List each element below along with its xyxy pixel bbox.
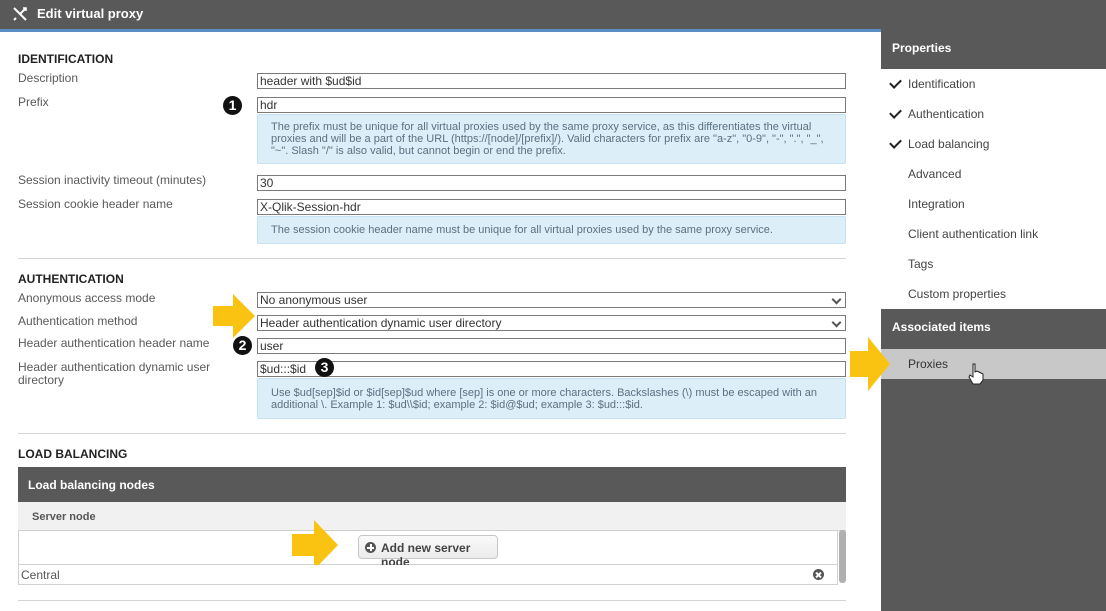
sidebar-item-client-auth-link[interactable]: Client authentication link [908, 227, 1038, 241]
header-name-label: Header authentication header name [18, 336, 210, 350]
divider [18, 433, 846, 434]
divider [18, 258, 846, 259]
sidebar-item-proxies-label: Proxies [908, 357, 949, 371]
add-row: Add new server node [18, 520, 838, 570]
remove-icon[interactable] [813, 569, 824, 580]
plus-circle-icon [365, 542, 376, 553]
sidebar: Properties Identification Authentication… [881, 30, 1106, 611]
prefix-label: Prefix [18, 95, 49, 109]
arrow-pointer-icon [213, 294, 255, 338]
callout-badge-1: 1 [223, 96, 242, 115]
dynamic-dir-input[interactable]: $ud:::$id [257, 361, 846, 377]
sidebar-item-advanced[interactable]: Advanced [908, 167, 961, 181]
sidebar-item-custom-properties[interactable]: Custom properties [908, 287, 1006, 301]
sidebar-item-proxies[interactable]: Proxies [881, 349, 1106, 385]
cookie-label: Session cookie header name [18, 197, 173, 211]
column-header-server-node[interactable]: Server node [18, 502, 846, 531]
check-icon [889, 76, 902, 89]
anonymous-select[interactable]: No anonymous user [257, 292, 846, 308]
dynamic-dir-help: Use $ud[sep]$id or $id[sep]$ud where [se… [257, 378, 846, 419]
lb-nodes-header: Load balancing nodes [18, 467, 846, 502]
description-input[interactable]: header with $ud$id [257, 73, 846, 89]
anonymous-label: Anonymous access mode [18, 291, 156, 305]
auth-method-select[interactable]: Header authentication dynamic user direc… [257, 315, 846, 331]
scrollbar[interactable] [839, 530, 846, 583]
hand-cursor-icon [968, 363, 984, 385]
page-title: Edit virtual proxy [37, 6, 144, 21]
tools-icon [13, 7, 27, 21]
auth-method-label: Authentication method [18, 314, 138, 328]
sidebar-item-load-balancing[interactable]: Load balancing [908, 137, 989, 151]
section-load-balancing-title: LOAD BALANCING [18, 447, 128, 461]
callout-badge-3: 3 [315, 358, 334, 377]
title-bar: Edit virtual proxy [0, 0, 1106, 32]
prefix-input[interactable]: hdr [257, 97, 846, 113]
sidebar-item-authentication[interactable]: Authentication [908, 107, 984, 121]
associated-items-heading: Associated items [892, 320, 991, 334]
timeout-label: Session inactivity timeout (minutes) [18, 173, 207, 187]
sidebar-item-tags[interactable]: Tags [908, 257, 933, 271]
properties-heading: Properties [892, 41, 952, 55]
section-authentication-title: AUTHENTICATION [18, 272, 124, 286]
edit-form: IDENTIFICATION Description header with $… [0, 32, 881, 611]
description-label: Description [18, 71, 79, 85]
divider [18, 600, 846, 601]
arrow-pointer-icon [292, 520, 338, 570]
arrow-pointer-icon [850, 337, 890, 391]
sidebar-item-integration[interactable]: Integration [908, 197, 965, 211]
timeout-input[interactable]: 30 [257, 175, 846, 191]
dynamic-dir-label: Header authentication dynamic user direc… [18, 360, 211, 387]
sidebar-item-identification[interactable]: Identification [908, 77, 975, 91]
server-node-name: Central [21, 568, 60, 582]
table-row: Central [18, 565, 838, 585]
check-icon [889, 106, 902, 119]
check-icon [889, 136, 902, 149]
section-identification-title: IDENTIFICATION [18, 52, 114, 66]
prefix-help: The prefix must be unique for all virtua… [257, 114, 846, 164]
callout-badge-2: 2 [233, 336, 252, 355]
cookie-help: The session cookie header name must be u… [257, 216, 846, 244]
cookie-input[interactable]: X-Qlik-Session-hdr [257, 199, 846, 215]
header-name-input[interactable]: user [257, 338, 846, 354]
add-server-node-button[interactable]: Add new server node [358, 535, 498, 569]
properties-list: Identification Authentication Load balan… [881, 69, 1106, 309]
